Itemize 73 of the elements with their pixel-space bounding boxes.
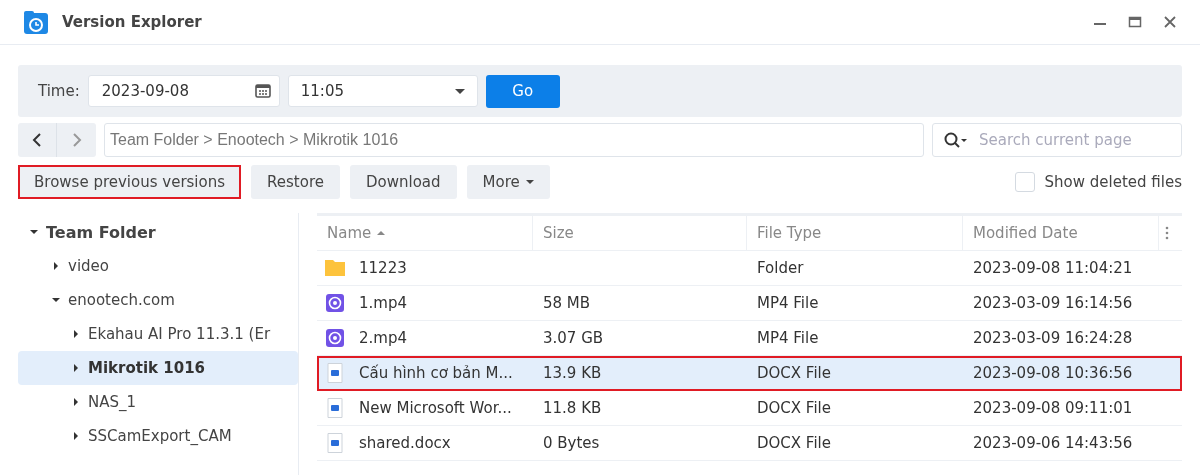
tree-item[interactable]: Mikrotik 1016 [18, 351, 298, 385]
file-type: Folder [757, 259, 804, 277]
action-button[interactable]: More [466, 165, 550, 199]
file-type: DOCX File [757, 434, 831, 452]
column-header[interactable]: Name [317, 216, 533, 250]
collapsed-caret-icon [72, 398, 80, 406]
close-icon[interactable] [1162, 14, 1178, 30]
time-label: Time: [38, 82, 80, 100]
collapsed-caret-icon [72, 432, 80, 440]
file-name: New Microsoft Wor... [359, 399, 512, 417]
sort-icon [377, 231, 386, 235]
modified-date: 2023-09-08 10:36:56 [973, 364, 1133, 382]
file-type: DOCX File [757, 364, 831, 382]
file-type: MP4 File [757, 294, 819, 312]
modified-date: 2023-09-08 11:04:21 [973, 259, 1133, 277]
file-name: Cấu hình cơ bản M... [359, 364, 513, 382]
date-field[interactable]: 2023-09-08 [87, 75, 280, 107]
folder-icon [325, 258, 345, 278]
file-size: 13.9 KB [543, 364, 602, 382]
action-button[interactable]: Restore [251, 165, 340, 199]
file-size: 3.07 GB [543, 329, 604, 347]
collapsed-caret-icon [72, 364, 80, 372]
column-header[interactable]: Modified Date [963, 216, 1159, 250]
expanded-caret-icon [52, 296, 60, 304]
document-icon [325, 433, 345, 453]
tree-item[interactable]: NAS_1 [18, 385, 298, 419]
column-header[interactable]: Size [533, 216, 747, 250]
calendar-icon[interactable] [254, 83, 271, 99]
file-row[interactable]: 1.mp4 58 MB MP4 File 2023-03-09 16:14:56 [317, 286, 1182, 321]
file-name: 11223 [359, 259, 407, 277]
file-name: 1.mp4 [359, 294, 407, 312]
file-row[interactable]: 11223 Folder 2023-09-08 11:04:21 [317, 251, 1182, 286]
tree-item[interactable]: video [18, 249, 298, 283]
modified-date: 2023-09-08 09:11:01 [973, 399, 1133, 417]
modified-date: 2023-09-06 14:43:56 [973, 434, 1133, 452]
file-row[interactable]: shared.docx 0 Bytes DOCX File 2023-09-06 14:43:56 [317, 426, 1182, 461]
app-icon [23, 9, 49, 35]
checkbox[interactable] [1014, 172, 1035, 192]
modified-date: 2023-03-09 16:14:56 [973, 294, 1133, 312]
path-field[interactable]: Team Folder > Enootech > Mikrotik 1016 [104, 123, 924, 157]
tree-item[interactable]: enootech.com [18, 283, 298, 317]
file-row[interactable]: New Microsoft Wor... 11.8 KB DOCX File 2023-09-08 09:11:01 [317, 391, 1182, 426]
action-button[interactable]: Download [349, 165, 457, 199]
caret-icon [454, 88, 465, 94]
file-size: 58 MB [543, 294, 591, 312]
file-type: MP4 File [757, 329, 819, 347]
tree-item[interactable]: SSCamExport_CAM [18, 419, 298, 453]
maximize-icon[interactable] [1127, 14, 1143, 30]
file-name: 2.mp4 [359, 329, 407, 347]
collapsed-caret-icon [72, 330, 80, 338]
file-name: shared.docx [359, 434, 451, 452]
search-icon[interactable] [944, 132, 968, 149]
video-file-icon [325, 328, 345, 348]
file-size: 0 Bytes [543, 434, 600, 452]
tree-item[interactable]: Ekahau AI Pro 11.3.1 (Er [18, 317, 298, 351]
checkbox-label: Show deleted files [1044, 173, 1182, 191]
document-icon [325, 363, 345, 383]
modified-date: 2023-03-09 16:24:28 [973, 329, 1133, 347]
action-button[interactable]: Browse previous versions [18, 165, 242, 199]
time-dropdown[interactable]: 11:05 [287, 75, 478, 107]
search-field[interactable]: Search current page [932, 123, 1182, 157]
collapsed-caret-icon [52, 262, 60, 270]
column-header[interactable]: File Type [747, 216, 963, 250]
tree-item[interactable]: Team Folder [18, 215, 298, 249]
file-size: 11.8 KB [543, 399, 602, 417]
file-row[interactable]: Cấu hình cơ bản M... 13.9 KB DOCX File 2023-09-08 10:36:56 [317, 356, 1182, 391]
document-icon [325, 398, 345, 418]
more-icon [1165, 226, 1169, 240]
video-file-icon [325, 293, 345, 313]
expanded-caret-icon [30, 228, 38, 236]
go-button[interactable]: Go [485, 74, 560, 108]
file-type: DOCX File [757, 399, 831, 417]
window-title: Version Explorer [62, 13, 202, 31]
